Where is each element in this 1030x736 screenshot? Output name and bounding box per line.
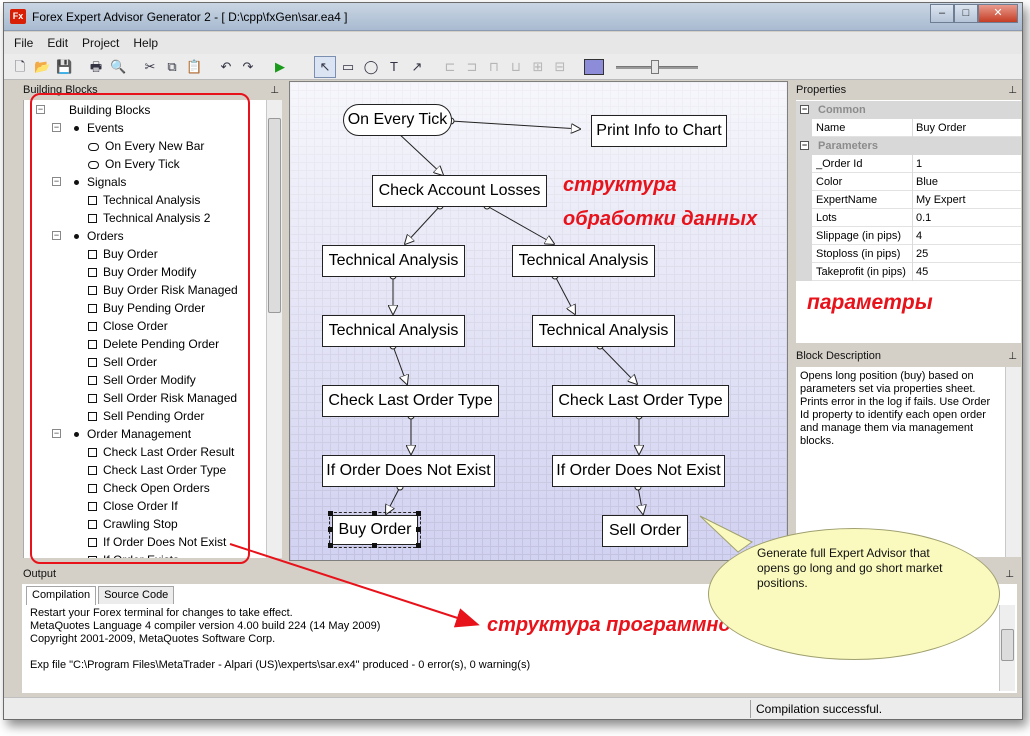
callout-text: Generate full Expert Advisor that opens …	[757, 546, 943, 590]
annotation-arrow	[229, 543, 480, 628]
bubble-tail	[699, 515, 753, 553]
